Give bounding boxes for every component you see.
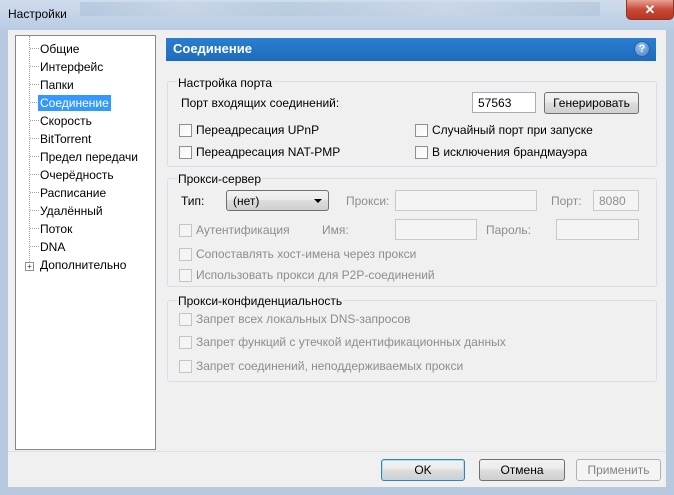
proxy-type-value: (нет) <box>233 194 260 208</box>
plus-icon: + <box>27 262 32 271</box>
tree-connector <box>30 84 39 85</box>
random-port-checkbox[interactable] <box>415 124 428 137</box>
sidebar-item-transfer-cap[interactable]: Предел передачи <box>40 149 138 165</box>
help-icon[interactable]: ? <box>634 41 650 57</box>
sidebar-item-stream[interactable]: Поток <box>40 221 72 237</box>
question-mark: ? <box>638 43 646 55</box>
disable-unsupported-checkbox[interactable] <box>179 360 192 373</box>
apply-button[interactable]: Применить <box>576 459 661 481</box>
tree-connector <box>30 138 39 139</box>
disable-unsupported-label: Запрет соединений, неподдерживаемых прок… <box>196 359 464 373</box>
tree-connector <box>29 36 30 266</box>
proxy-port-label: Порт: <box>551 194 582 208</box>
sidebar-item-connection[interactable]: Соединение <box>38 95 111 111</box>
settings-tree[interactable]: Общие Интерфейс Папки Соединение Скорост… <box>15 35 156 450</box>
proxy-username-input[interactable] <box>395 219 477 240</box>
sidebar-item-interface[interactable]: Интерфейс <box>40 59 103 75</box>
background-blur <box>80 2 600 16</box>
proxy-p2p-label: Использовать прокси для P2P-соединений <box>196 268 435 282</box>
sidebar-item-dna[interactable]: DNA <box>40 239 65 255</box>
proxy-password-input[interactable] <box>556 219 639 240</box>
tree-connector <box>30 246 39 247</box>
proxy-type-select[interactable]: (нет) <box>226 190 329 211</box>
proxy-auth-checkbox[interactable] <box>179 224 192 237</box>
tree-connector <box>30 156 39 157</box>
page-title: Соединение <box>173 41 252 56</box>
proxy-type-label: Тип: <box>181 194 205 208</box>
dialog-body: Общие Интерфейс Папки Соединение Скорост… <box>8 30 666 487</box>
tree-connector <box>30 228 39 229</box>
titlebar: Настройки ✕ <box>0 0 674 30</box>
sidebar-item-remote[interactable]: Удалённый <box>40 203 103 219</box>
chevron-down-icon <box>314 199 322 203</box>
resolve-hostnames-checkbox[interactable] <box>179 248 192 261</box>
tree-connector <box>30 48 39 49</box>
proxy-host-label: Прокси: <box>346 194 390 208</box>
upnp-label: Переадресация UPnP <box>196 123 320 137</box>
close-icon: ✕ <box>644 2 656 17</box>
sidebar-item-bittorrent[interactable]: BitTorrent <box>40 131 91 147</box>
random-port-label: Случайный порт при запуске <box>432 123 593 137</box>
tree-connector <box>30 66 39 67</box>
incoming-port-input[interactable]: 57563 <box>472 92 536 113</box>
firewall-label: В исключения брандмауэра <box>432 145 588 159</box>
proxy-password-label: Пароль: <box>486 223 531 237</box>
ok-button[interactable]: OK <box>381 459 465 481</box>
disable-dns-label: Запрет всех локальных DNS-запросов <box>196 312 411 326</box>
disable-dns-checkbox[interactable] <box>179 313 192 326</box>
proxy-auth-label: Аутентификация <box>196 223 290 237</box>
disable-leak-label: Запрет функций с утечкой идентификационн… <box>196 335 506 349</box>
incoming-port-label: Порт входящих соединений: <box>181 96 340 110</box>
tree-connector <box>30 192 39 193</box>
port-settings-title: Настройка порта <box>177 76 274 90</box>
tree-connector <box>30 210 39 211</box>
proxy-username-label: Имя: <box>322 223 349 237</box>
proxy-port-input[interactable]: 8080 <box>593 190 639 211</box>
sidebar-item-speed[interactable]: Скорость <box>40 113 92 129</box>
sidebar-item-folders[interactable]: Папки <box>40 77 74 93</box>
tree-connector <box>30 120 39 121</box>
firewall-checkbox[interactable] <box>415 146 428 159</box>
window-title: Настройки <box>8 7 67 21</box>
footer-divider <box>8 451 666 452</box>
proxy-server-title: Прокси-сервер <box>177 172 262 186</box>
proxy-privacy-title: Прокси-конфиденциальность <box>177 294 344 308</box>
proxy-host-input[interactable] <box>395 190 537 211</box>
natpmp-label: Переадресация NAT-PMP <box>196 145 341 159</box>
proxy-p2p-checkbox[interactable] <box>179 269 192 282</box>
upnp-checkbox[interactable] <box>179 124 192 137</box>
cancel-button[interactable]: Отмена <box>479 459 565 481</box>
sidebar-item-scheduler[interactable]: Расписание <box>40 185 106 201</box>
generate-button[interactable]: Генерировать <box>544 92 639 114</box>
close-button[interactable]: ✕ <box>626 0 674 20</box>
natpmp-checkbox[interactable] <box>179 146 192 159</box>
expand-icon[interactable]: + <box>25 262 34 271</box>
resolve-hostnames-label: Сопоставлять хост-имена через прокси <box>196 247 417 261</box>
section-header: Соединение ? <box>166 38 656 61</box>
tree-connector <box>30 174 39 175</box>
sidebar-item-general[interactable]: Общие <box>40 41 79 57</box>
sidebar-item-advanced[interactable]: Дополнительно <box>40 257 126 273</box>
disable-leak-checkbox[interactable] <box>179 336 192 349</box>
sidebar-item-queueing[interactable]: Очерёдность <box>40 167 114 183</box>
